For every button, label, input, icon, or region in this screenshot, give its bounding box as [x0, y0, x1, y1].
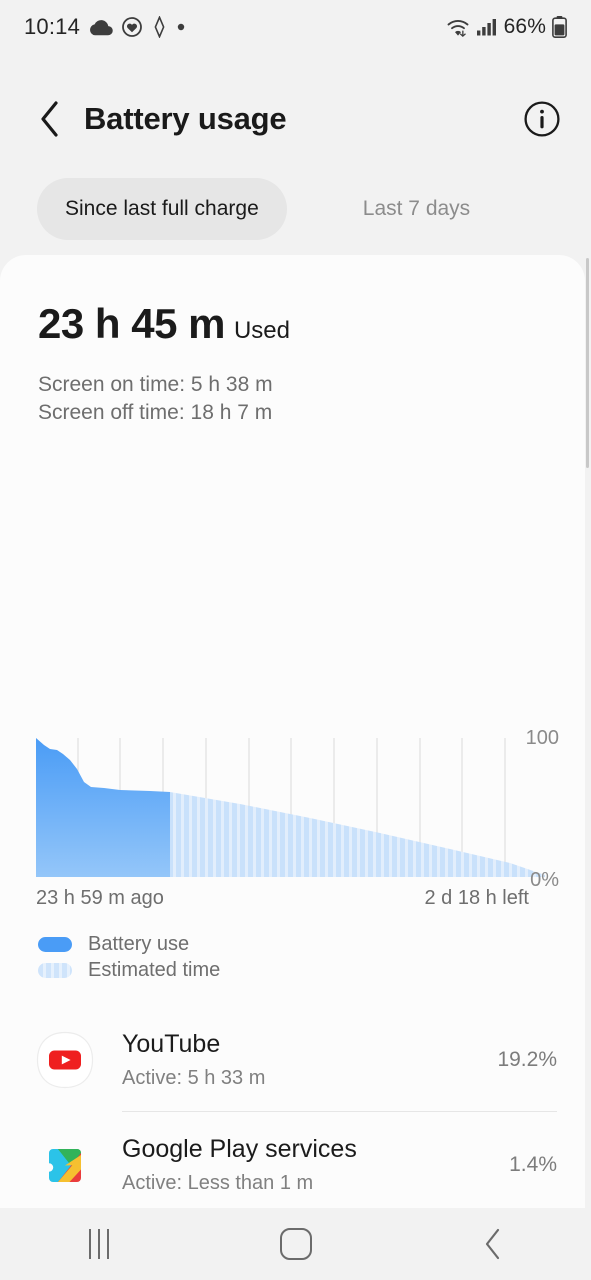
- app-usage-list: YouTube Active: 5 h 33 m 19.2% Google Pl…: [0, 1007, 585, 1210]
- home-icon: [279, 1228, 312, 1260]
- app-name: YouTube: [122, 1030, 221, 1059]
- info-circle-icon: [523, 100, 561, 138]
- youtube-icon: [36, 1031, 94, 1089]
- chevron-left-icon: [37, 99, 63, 139]
- diamond-icon: [151, 16, 168, 38]
- status-bar-clock: 10:14: [24, 14, 81, 39]
- tab-since-last-full-charge[interactable]: Since last full charge: [37, 178, 287, 240]
- app-info: Google Play services Active: Less than 1…: [122, 1134, 509, 1194]
- tab-last-7-days[interactable]: Last 7 days: [335, 178, 498, 240]
- legend-label-battery-use: Battery use: [88, 932, 190, 955]
- chart-legend: Battery use Estimated time: [38, 931, 220, 983]
- battery-chart: 100 0% 23 h 59 m ago 2 d 18 h left: [0, 725, 585, 909]
- usage-summary: 23 h 45 m Used Screen on time: 5 h 38 m S…: [0, 255, 585, 427]
- wifi-icon: [446, 17, 470, 37]
- chart-axis-top-label: 100: [525, 727, 559, 749]
- info-button[interactable]: [519, 96, 565, 142]
- recents-button[interactable]: [0, 1208, 197, 1280]
- back-button[interactable]: [22, 91, 78, 147]
- dot-icon: [177, 23, 185, 31]
- heart-circle-icon: [122, 17, 142, 37]
- screen-on-time: Screen on time: 5 h 38 m: [38, 373, 273, 396]
- battery-icon: [552, 16, 567, 38]
- status-bar: 10:14 66%: [0, 0, 591, 54]
- chart-x-label-left: 23 h 59 m ago: [36, 887, 164, 909]
- period-tabs: Since last full charge Last 7 days: [0, 178, 591, 240]
- legend-swatch-battery-use: [38, 936, 72, 952]
- content-card: 23 h 45 m Used Screen on time: 5 h 38 m S…: [0, 255, 585, 1210]
- home-button[interactable]: [197, 1208, 394, 1280]
- tab-since-last-full-charge-label: Since last full charge: [65, 197, 259, 220]
- google-play-services-icon: [36, 1136, 94, 1194]
- used-label: Used: [233, 317, 290, 344]
- app-active-time: Active: 5 h 33 m: [122, 1066, 266, 1089]
- page-title: Battery usage: [84, 101, 287, 136]
- status-bar-left: 10:14: [24, 14, 185, 40]
- recents-icon: [88, 1229, 109, 1259]
- table-row[interactable]: YouTube Active: 5 h 33 m 19.2%: [0, 1007, 585, 1112]
- legend-swatch-estimated-time: [38, 962, 72, 978]
- tab-last-7-days-label: Last 7 days: [362, 197, 471, 220]
- back-nav-button[interactable]: [394, 1208, 591, 1280]
- status-bar-battery-percent: 66%: [503, 15, 546, 38]
- navigation-bar: [0, 1208, 591, 1280]
- status-bar-right: 66%: [446, 15, 567, 39]
- cloud-icon: [89, 19, 113, 36]
- legend-label-estimated-time: Estimated time: [88, 958, 221, 981]
- app-percent: 1.4%: [509, 1152, 557, 1176]
- chart-x-label-right: 2 d 18 h left: [424, 887, 529, 909]
- signal-icon: [476, 18, 498, 36]
- app-name: Google Play services: [122, 1135, 357, 1164]
- chart-axis-bottom-label: 0%: [530, 869, 559, 891]
- table-row[interactable]: Google Play services Active: Less than 1…: [0, 1112, 585, 1210]
- chart-estimated-time-area: [170, 792, 545, 877]
- app-active-time: Active: Less than 1 m: [122, 1171, 314, 1194]
- app-header: Battery usage: [0, 82, 591, 156]
- phone-screen: 10:14 66% Battery usage Since last full …: [0, 0, 591, 1280]
- total-usage-time: 23 h 45 m: [38, 300, 225, 347]
- app-info: YouTube Active: 5 h 33 m: [122, 1029, 497, 1089]
- back-chevron-icon: [482, 1227, 504, 1261]
- battery-chart-svg: [36, 738, 545, 877]
- legend-item-battery-use: Battery use: [38, 931, 220, 957]
- legend-item-estimated-time: Estimated time: [38, 957, 220, 983]
- scrollbar[interactable]: [586, 258, 589, 468]
- screen-off-time: Screen off time: 18 h 7 m: [38, 400, 273, 424]
- app-percent: 19.2%: [497, 1047, 557, 1071]
- chart-battery-use-area: [36, 738, 170, 877]
